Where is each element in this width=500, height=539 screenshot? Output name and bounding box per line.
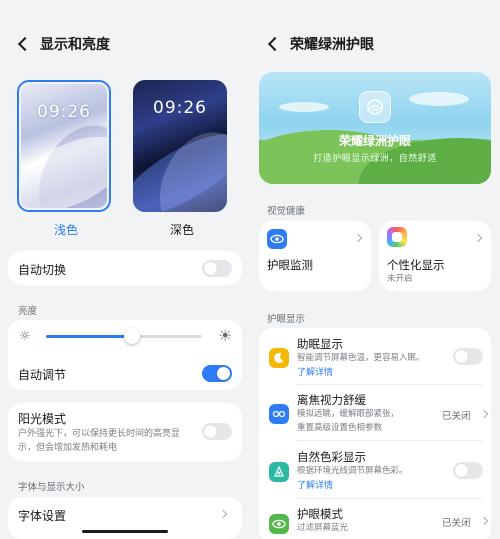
sunlight-desc-line1: 户外强光下，可以保持更长时间的高亮显 — [18, 429, 181, 439]
sun-small-icon: ☼ — [19, 329, 31, 344]
page-title: 显示和亮度 — [40, 37, 110, 53]
page-title: 荣耀绿洲护眼 — [290, 37, 374, 53]
moon-icon — [269, 348, 289, 368]
auto-switch-toggle[interactable] — [202, 260, 232, 277]
oasis-eye-care-panel: 荣耀绿洲护眼 荣耀绿洲护眼 打造护眼显示绿洲，自然舒适 视觉健康 护眼监测 个性… — [250, 0, 500, 539]
brightness-slider-thumb[interactable] — [123, 328, 140, 344]
back-arrow-icon[interactable] — [267, 36, 283, 52]
eye-icon — [269, 514, 289, 534]
display-brightness-panel: 显示和亮度 09:26 09:26 浅色 深色 自动切换 亮度 ☼ ☀ 自动调节… — [0, 0, 250, 539]
header: 显示和亮度 — [17, 34, 110, 54]
defocus-relief-status: 已关闭 — [442, 411, 471, 422]
light-theme-label[interactable]: 浅色 — [54, 221, 78, 238]
font-settings-row[interactable]: 字体设置 — [8, 497, 242, 539]
color-wheel-icon — [387, 227, 407, 247]
personalized-display-label: 个性化显示 — [387, 258, 445, 272]
defocus-relief-desc1: 模拟远眺，缓解眼部紧张， — [297, 409, 400, 419]
sunlight-mode-row[interactable]: 阳光模式 户外强光下，可以保持更长时间的高亮显 示，但会增加发热和耗电 — [8, 403, 242, 461]
chevron-right-icon — [479, 409, 489, 419]
eye-care-mode-status: 已关闭 — [442, 518, 471, 529]
sleep-display-learn-more-link[interactable]: 了解详情 — [297, 365, 333, 378]
sleep-display-title: 助眠显示 — [297, 337, 343, 351]
personalized-display-card[interactable]: 个性化显示 未开启 — [379, 221, 491, 291]
brightness-slider-fill — [46, 335, 132, 338]
banner-subtitle: 打造护眼显示绿洲，自然舒适 — [313, 154, 437, 164]
font-settings-label: 字体设置 — [18, 509, 67, 523]
personalized-display-status: 未开启 — [387, 274, 413, 284]
sunlight-mode-toggle[interactable] — [202, 423, 232, 440]
chevron-right-icon — [353, 233, 363, 243]
defocus-relief-desc2: 重置高级设置色相参数 — [297, 423, 383, 433]
sun-large-icon: ☀ — [218, 326, 233, 345]
brightness-slider[interactable] — [46, 328, 202, 344]
natural-color-desc: 根据环境光线调节屏幕色彩。 — [297, 466, 408, 476]
auto-brightness-label: 自动调节 — [18, 368, 67, 382]
home-indicator — [82, 530, 168, 533]
eye-care-mode-desc: 过滤屏幕蓝光 — [297, 523, 349, 533]
natural-color-title: 自然色彩显示 — [297, 450, 366, 464]
eye-monitor-card[interactable]: 护眼监测 — [259, 221, 371, 291]
eye-monitor-icon — [267, 229, 287, 249]
oasis-logo-icon — [359, 91, 391, 123]
light-theme-preview[interactable]: 09:26 — [17, 80, 111, 212]
natural-color-learn-more-link[interactable]: 了解详情 — [297, 478, 333, 491]
eye-monitor-label: 护眼监测 — [267, 258, 313, 272]
dark-theme-label[interactable]: 深色 — [170, 221, 194, 238]
dark-theme-preview[interactable]: 09:26 — [133, 80, 227, 212]
natural-color-toggle[interactable] — [453, 462, 483, 479]
banner-title: 荣耀绿洲护眼 — [338, 134, 411, 148]
sunlight-desc-line2: 示，但会增加发热和耗电 — [18, 443, 118, 453]
auto-brightness-toggle[interactable] — [202, 365, 232, 382]
visual-health-section-title: 视觉健康 — [267, 206, 306, 217]
header: 荣耀绿洲护眼 — [267, 34, 374, 54]
defocus-relief-title: 离焦视力舒缓 — [297, 393, 366, 407]
nature-color-icon — [269, 462, 289, 482]
oasis-banner: 荣耀绿洲护眼 打造护眼显示绿洲，自然舒适 — [259, 72, 491, 184]
back-arrow-icon[interactable] — [17, 36, 33, 52]
font-section-title: 字体与显示大小 — [18, 482, 85, 493]
sleep-display-desc: 智能调节屏幕色温，更容易入眠。 — [297, 353, 425, 363]
eye-display-section-title: 护眼显示 — [267, 314, 306, 325]
brightness-section-title: 亮度 — [18, 306, 38, 317]
chevron-right-icon — [479, 516, 489, 526]
eye-care-mode-title: 护眼模式 — [297, 507, 343, 521]
preview-time: 09:26 — [37, 102, 91, 122]
sleep-display-toggle[interactable] — [453, 348, 483, 365]
preview-time: 09:26 — [153, 98, 207, 118]
eye-display-card: 助眠显示 智能调节屏幕色温，更容易入眠。 了解详情 离焦视力舒缓 模拟远眺，缓解… — [259, 328, 491, 539]
chevron-right-icon — [218, 509, 228, 519]
sunlight-mode-label: 阳光模式 — [18, 412, 67, 426]
glasses-icon — [269, 404, 289, 424]
chevron-right-icon — [473, 233, 483, 243]
auto-switch-row[interactable]: 自动切换 — [8, 251, 242, 285]
auto-switch-label: 自动切换 — [18, 263, 67, 277]
